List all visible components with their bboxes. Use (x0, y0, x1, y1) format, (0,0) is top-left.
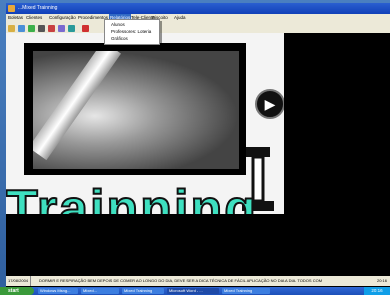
start-button[interactable]: start (0, 287, 34, 295)
black-panel (284, 33, 390, 214)
dropdown-item-graficos[interactable]: Gráficos (111, 36, 128, 41)
save-icon[interactable] (28, 25, 35, 32)
task-button[interactable]: Mixed Trainning (122, 288, 164, 294)
app-icon (8, 5, 15, 12)
menu-clientes[interactable]: Clientes (26, 14, 42, 22)
menu-configuracao[interactable]: Configuração (49, 14, 76, 22)
status-message: DORMIR E RESPIRAÇÃO BEM DEPOIS DE COMER … (39, 278, 323, 283)
task-button[interactable]: Windows Msng... (38, 288, 78, 294)
status-time: 20:16 (376, 278, 387, 283)
exit-icon[interactable] (82, 25, 89, 32)
reports-dropdown: Alunos Professores: Loteria Gráficos (104, 19, 160, 45)
help-icon[interactable] (68, 25, 75, 32)
gym-photo (33, 51, 239, 169)
status-date: 17/08/2004 (8, 276, 32, 286)
title-bar[interactable]: ...Mixed Trainning (6, 3, 390, 14)
new-icon[interactable] (8, 25, 15, 32)
dropdown-item-alunos[interactable]: Alunos (111, 22, 125, 27)
cut-icon[interactable] (38, 25, 45, 32)
print-icon[interactable] (48, 25, 55, 32)
brand-logo: Trainning (6, 180, 258, 214)
task-button[interactable]: Mixed... (81, 288, 119, 294)
taskbar: start Windows Msng... Mixed... Mixed Tra… (0, 287, 390, 295)
dropdown-item-professores[interactable]: Professores: Loteria (111, 29, 151, 34)
play-icon[interactable]: ▶ (255, 89, 284, 119)
window-title: ...Mixed Trainning (18, 5, 58, 11)
menu-bar: Boletas Clientes Configuração Procedimen… (6, 14, 390, 22)
status-bar: 17/08/2004 DORMIR E RESPIRAÇÃO BEM DEPOI… (6, 276, 390, 286)
open-icon[interactable] (18, 25, 25, 32)
task-button[interactable]: Microsoft Word - ... (167, 288, 219, 294)
splash-stage: ▶ Trainning (6, 33, 284, 214)
menu-boletas[interactable]: Boletas (8, 14, 23, 22)
task-button[interactable]: Mixed Trainning (222, 288, 270, 294)
system-tray-clock: 20:16 (364, 287, 390, 295)
calculator-icon[interactable] (58, 25, 65, 32)
menu-ajuda[interactable]: Ajuda (174, 14, 186, 22)
